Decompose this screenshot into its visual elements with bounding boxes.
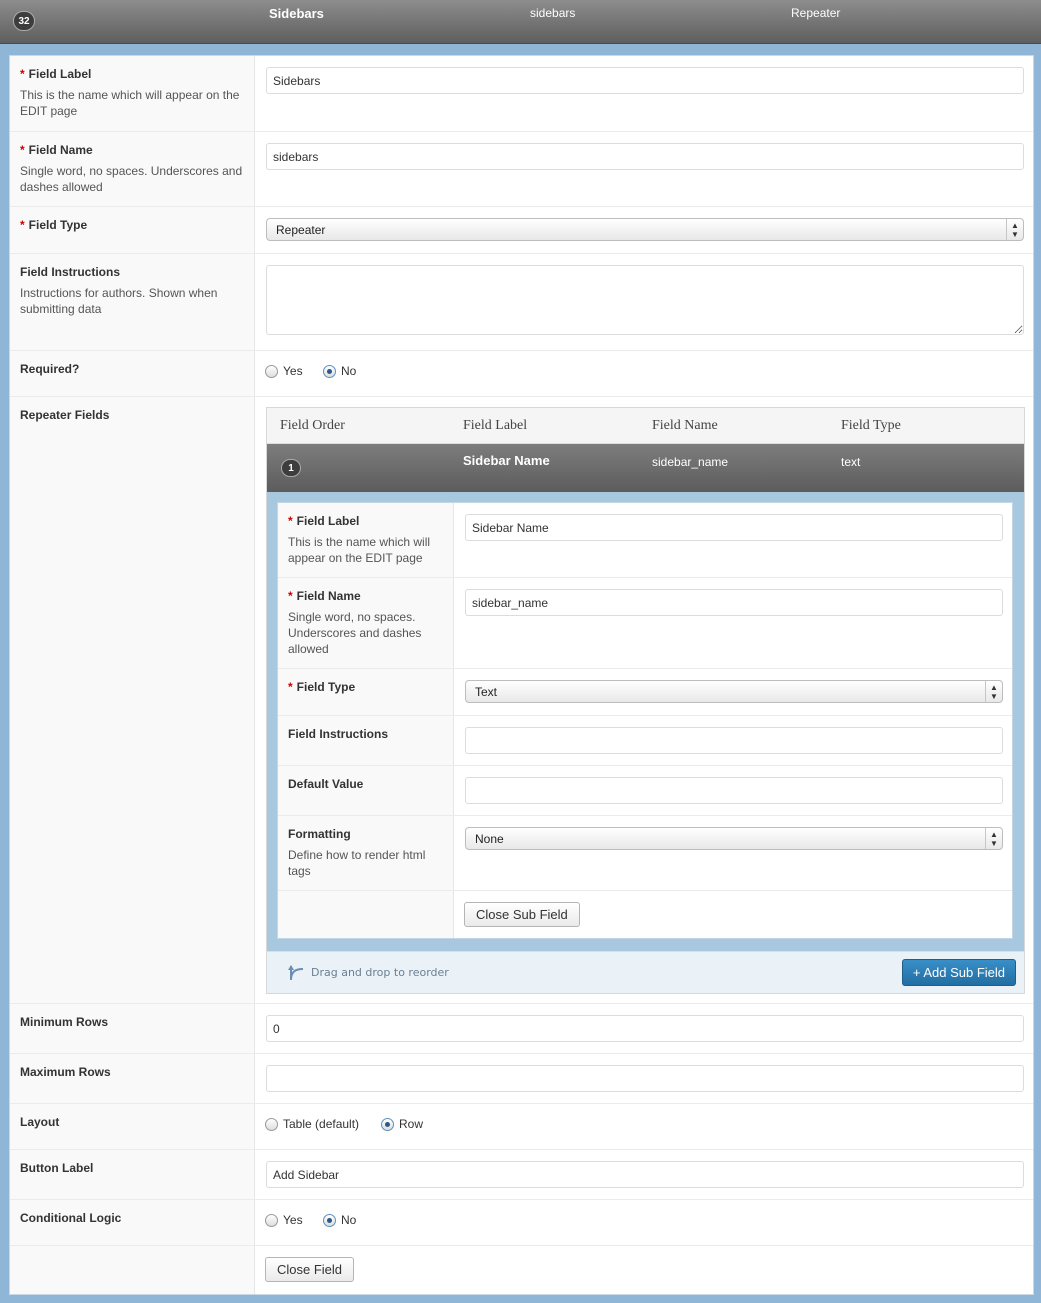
field-instructions-title: Field Instructions xyxy=(20,265,121,279)
conditional-logic-yes-radio[interactable]: Yes xyxy=(265,1213,303,1227)
sub-field-instructions-input[interactable] xyxy=(465,727,1003,754)
field-type-value: Repeater xyxy=(276,223,326,237)
sub-field-settings: * Field Label This is the name which will… xyxy=(277,502,1013,939)
max-rows-title: Maximum Rows xyxy=(20,1065,111,1079)
sub-field-label-desc: This is the name which will appear on th… xyxy=(288,535,431,565)
conditional-logic-title: Conditional Logic xyxy=(20,1211,122,1225)
min-rows-title: Minimum Rows xyxy=(20,1015,109,1029)
required-asterisk: * xyxy=(20,67,25,81)
field-header-bar[interactable]: 32 Sidebars sidebars Repeater xyxy=(0,0,1041,44)
layout-table-radio[interactable]: Table (default) xyxy=(265,1117,359,1131)
sub-row-field-name: * Field Name Single word, no spaces. Unde… xyxy=(278,578,1012,669)
row-button-label: Button Label xyxy=(10,1150,1033,1200)
row-field-name: * Field Name Single word, no spaces. Unde… xyxy=(10,132,1033,207)
sub-row-field-instructions: Field Instructions xyxy=(278,716,1012,766)
sub-field-label-input[interactable] xyxy=(465,514,1003,541)
required-asterisk: * xyxy=(288,514,293,528)
column-field-order: Field Order xyxy=(280,418,345,433)
button-label-title: Button Label xyxy=(20,1161,94,1175)
field-name-desc: Single word, no spaces. Underscores and … xyxy=(20,164,243,194)
add-sub-field-button[interactable]: + Add Sub Field xyxy=(901,959,1016,986)
sub-field-header[interactable]: 1 Sidebar Name sidebar_name text xyxy=(267,444,1024,492)
row-field-label: * Field Label This is the name which will… xyxy=(10,56,1033,132)
field-header-name: sidebars xyxy=(530,6,576,20)
sub-field-order-badge: 1 xyxy=(281,459,301,477)
sub-formatting-select[interactable]: None ▲ ▼ xyxy=(465,827,1003,850)
field-label-title: Field Label xyxy=(28,67,92,81)
repeater-table: Field Order Field Label Field Name Field… xyxy=(266,407,1025,994)
select-arrows-icon: ▲ ▼ xyxy=(985,681,1002,702)
max-rows-input[interactable] xyxy=(266,1065,1024,1092)
field-name-input[interactable] xyxy=(266,143,1024,170)
conditional-logic-no-radio[interactable]: No xyxy=(323,1213,356,1227)
sub-row-formatting: Formatting Define how to render html tag… xyxy=(278,816,1012,891)
field-header-label[interactable]: Sidebars xyxy=(269,6,324,21)
column-field-label: Field Label xyxy=(463,418,528,433)
sub-field-body: * Field Label This is the name which will… xyxy=(267,492,1024,951)
drag-hint-text: Drag and drop to reorder xyxy=(311,965,449,979)
row-maximum-rows: Maximum Rows xyxy=(10,1054,1033,1104)
column-field-name: Field Name xyxy=(652,418,718,433)
row-field-instructions: Field Instructions Instructions for auth… xyxy=(10,254,1033,351)
close-field-button[interactable]: Close Field xyxy=(265,1257,355,1282)
field-type-title: Field Type xyxy=(28,218,88,232)
sub-field-name-input[interactable] xyxy=(465,589,1003,616)
layout-title: Layout xyxy=(20,1115,60,1129)
close-sub-field-button[interactable]: Close Sub Field xyxy=(464,902,580,927)
row-close-field: Close Field xyxy=(10,1246,1033,1294)
required-no-radio[interactable]: No xyxy=(323,364,356,378)
sub-default-value-input[interactable] xyxy=(465,777,1003,804)
required-asterisk: * xyxy=(20,218,25,232)
sub-row-field-type: * Field Type Text ▲ ▼ xyxy=(278,669,1012,716)
row-layout: Layout Table (default) Row xyxy=(10,1104,1033,1150)
select-arrows-icon: ▲ ▼ xyxy=(985,828,1002,849)
sub-field-header-type: text xyxy=(841,455,861,469)
field-instructions-textarea[interactable] xyxy=(266,265,1024,335)
required-asterisk: * xyxy=(20,143,25,157)
select-arrows-icon: ▲ ▼ xyxy=(1006,219,1023,240)
required-title: Required? xyxy=(20,362,80,376)
row-minimum-rows: Minimum Rows xyxy=(10,1004,1033,1054)
row-required: Required? Yes No xyxy=(10,351,1033,397)
field-instructions-desc: Instructions for authors. Shown when sub… xyxy=(20,286,218,316)
repeater-table-header: Field Order Field Label Field Name Field… xyxy=(267,408,1024,444)
column-field-type: Field Type xyxy=(841,418,901,433)
sub-row-field-label: * Field Label This is the name which will… xyxy=(278,503,1012,578)
sub-field-type-select[interactable]: Text ▲ ▼ xyxy=(465,680,1003,703)
min-rows-input[interactable] xyxy=(266,1015,1024,1042)
field-settings-panel: * Field Label This is the name which will… xyxy=(9,55,1034,1295)
row-conditional-logic: Conditional Logic Yes No xyxy=(10,1200,1033,1246)
sub-field-name-desc: Single word, no spaces. Underscores and … xyxy=(288,610,422,656)
row-field-type: * Field Type Repeater ▲ ▼ xyxy=(10,207,1033,254)
repeater-fields-title: Repeater Fields xyxy=(20,408,110,422)
sub-field-header-label[interactable]: Sidebar Name xyxy=(463,453,550,468)
sub-row-default-value: Default Value xyxy=(278,766,1012,816)
field-name-title: Field Name xyxy=(28,143,93,157)
sub-row-close: Close Sub Field xyxy=(278,891,1012,938)
drag-arrow-icon xyxy=(288,965,304,981)
sub-field-header-name: sidebar_name xyxy=(652,455,729,469)
required-asterisk: * xyxy=(288,589,293,603)
field-type-select[interactable]: Repeater ▲ ▼ xyxy=(266,218,1024,241)
field-label-input[interactable] xyxy=(266,67,1024,94)
button-label-input[interactable] xyxy=(266,1161,1024,1188)
required-yes-radio[interactable]: Yes xyxy=(265,364,303,378)
field-label-desc: This is the name which will appear on th… xyxy=(20,88,240,118)
repeater-footer: Drag and drop to reorder + Add Sub Field xyxy=(267,951,1024,993)
layout-row-radio[interactable]: Row xyxy=(381,1117,423,1131)
field-order-badge: 32 xyxy=(13,11,35,31)
required-asterisk: * xyxy=(288,680,293,694)
field-header-type: Repeater xyxy=(791,6,841,20)
sub-formatting-desc: Define how to render html tags xyxy=(288,848,426,878)
